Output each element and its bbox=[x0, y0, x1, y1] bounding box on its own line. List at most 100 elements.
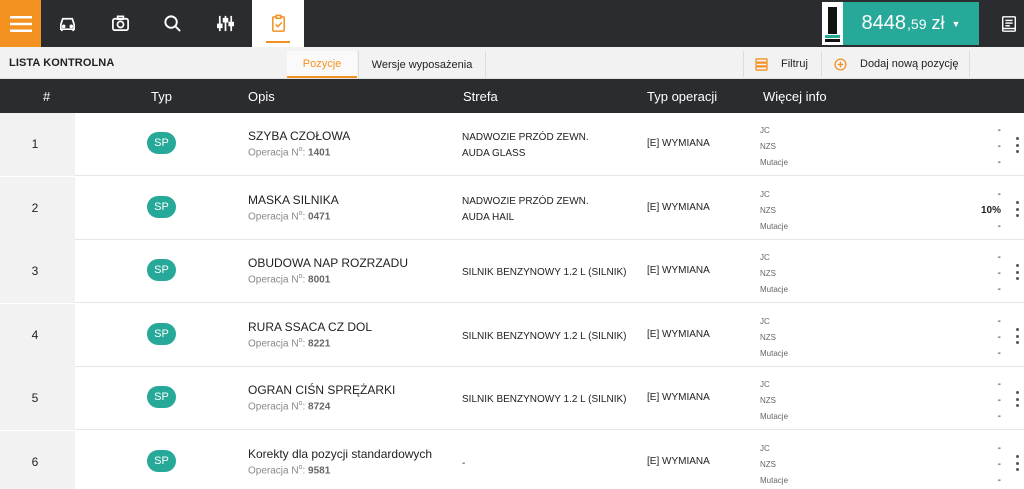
type-badge: SP bbox=[147, 450, 176, 472]
position-description: SZYBA CZOŁOWA bbox=[248, 129, 351, 143]
more-info-label: NZS bbox=[760, 206, 776, 215]
row-number: 4 bbox=[31, 328, 39, 342]
more-info-values: - - - bbox=[998, 441, 1001, 489]
more-info-label: JC bbox=[760, 380, 770, 389]
more-info-value: - bbox=[997, 141, 1001, 152]
zone: SILNIK BENZYNOWY 1.2 L (SILNIK) bbox=[462, 392, 627, 408]
table-header: # Typ Opis Strefa Typ operacji Więcej in… bbox=[0, 79, 1024, 113]
more-info-label: NZS bbox=[760, 460, 776, 469]
header-strefa: Strefa bbox=[463, 89, 498, 104]
more-info-label: NZS bbox=[760, 333, 776, 342]
more-info-label: Mutacje bbox=[760, 476, 789, 485]
operation-code: 9581 bbox=[308, 465, 331, 477]
operation-prefix: Operacja N bbox=[248, 274, 299, 286]
more-info-label: NZS bbox=[760, 396, 776, 405]
more-info-label: JC bbox=[760, 444, 770, 453]
zone: - bbox=[462, 456, 465, 472]
top-toolbar: 8448,59 zł ▼ bbox=[0, 0, 1024, 47]
more-info-labels: JC NZS Mutacje bbox=[760, 250, 788, 298]
more-info-label: Mutacje bbox=[760, 285, 789, 294]
table-row[interactable]: 4 SP RURA SSACA CZ DOL Operacja No: 8221… bbox=[0, 304, 1024, 367]
price-currency: zł bbox=[931, 13, 945, 33]
operation-number: Operacja No: 0471 bbox=[248, 210, 331, 223]
kebab-icon[interactable] bbox=[1014, 391, 1020, 407]
camera-button[interactable] bbox=[94, 0, 146, 47]
header-typ: Typ bbox=[151, 89, 172, 104]
checklist-button[interactable] bbox=[252, 0, 304, 47]
add-position-button[interactable]: Dodaj nową pozycję bbox=[821, 51, 970, 77]
more-info-value: - bbox=[997, 348, 1001, 359]
filter-label: Filtruj bbox=[781, 58, 808, 70]
tab-wersje-wyposazenia[interactable]: Wersje wyposażenia bbox=[358, 51, 486, 78]
operation-code: 1401 bbox=[308, 147, 331, 159]
search-button[interactable] bbox=[146, 0, 198, 47]
table-row[interactable]: 1 SP SZYBA CZOŁOWA Operacja No: 1401 NAD… bbox=[0, 113, 1024, 176]
filter-icon bbox=[755, 57, 768, 71]
more-info-values: - - - bbox=[998, 250, 1001, 298]
brand-logo bbox=[822, 2, 843, 45]
zone: NADWOZIE PRZÓD ZEWN. AUDA GLASS bbox=[462, 130, 589, 162]
type-badge: SP bbox=[147, 386, 176, 408]
more-info-labels: JC NZS Mutacje bbox=[760, 377, 788, 425]
page-title: LISTA KONTROLNA bbox=[9, 57, 115, 69]
kebab-icon[interactable] bbox=[1014, 264, 1020, 280]
type-badge: SP bbox=[147, 259, 176, 281]
table-row[interactable]: 5 SP OGRAN CIŚN SPRĘŻARKI Operacja No: 8… bbox=[0, 367, 1024, 430]
more-info-label: JC bbox=[760, 190, 770, 199]
type-badge: SP bbox=[147, 196, 176, 218]
operation-type: [E] WYMIANA bbox=[647, 265, 710, 276]
receipt-icon bbox=[1001, 15, 1017, 32]
more-info-label: JC bbox=[760, 126, 770, 135]
header-typ-operacji: Typ operacji bbox=[647, 89, 718, 104]
operation-type: [E] WYMIANA bbox=[647, 202, 710, 213]
more-info-label: JC bbox=[760, 317, 770, 326]
header-opis: Opis bbox=[248, 89, 275, 104]
kebab-icon[interactable] bbox=[1014, 201, 1020, 217]
position-description: Korekty dla pozycji standardowych bbox=[248, 447, 433, 461]
zone-line: NADWOZIE PRZÓD ZEWN. bbox=[462, 196, 589, 207]
operation-code: 8221 bbox=[308, 338, 331, 350]
row-number: 3 bbox=[31, 264, 39, 278]
row-number: 5 bbox=[31, 391, 39, 405]
zone: SILNIK BENZYNOWY 1.2 L (SILNIK) bbox=[462, 329, 627, 345]
kebab-icon[interactable] bbox=[1014, 137, 1020, 153]
type-badge: SP bbox=[147, 323, 176, 345]
more-info-value: - bbox=[997, 125, 1001, 136]
zone-line: SILNIK BENZYNOWY 1.2 L (SILNIK) bbox=[462, 331, 627, 342]
operation-prefix: Operacja N bbox=[248, 465, 299, 477]
menu-button[interactable] bbox=[0, 0, 41, 47]
more-info-value: - bbox=[997, 443, 1001, 454]
table-row[interactable]: 6 SP Korekty dla pozycji standardowych O… bbox=[0, 431, 1024, 489]
total-price-dropdown[interactable]: 8448,59 zł ▼ bbox=[843, 2, 979, 45]
price-main: 8448 bbox=[861, 12, 907, 34]
sliders-icon bbox=[216, 15, 234, 32]
more-info-value: - bbox=[997, 395, 1001, 406]
operation-prefix: Operacja N bbox=[248, 338, 299, 350]
more-info-value: - bbox=[997, 268, 1001, 279]
add-circle-icon bbox=[834, 57, 847, 71]
row-number: 1 bbox=[31, 137, 39, 151]
zone-line: AUDA GLASS bbox=[462, 148, 526, 159]
settings-sliders-button[interactable] bbox=[199, 0, 251, 47]
more-info-values: - 10% - bbox=[981, 187, 1001, 235]
filter-button[interactable]: Filtruj bbox=[743, 51, 821, 77]
table-row[interactable]: 2 SP MASKA SILNIKA Operacja No: 0471 NAD… bbox=[0, 177, 1024, 240]
zone-line: AUDA HAIL bbox=[462, 212, 515, 223]
operation-prefix: Operacja N bbox=[248, 147, 299, 159]
zone-line: - bbox=[462, 458, 466, 469]
row-number: 6 bbox=[31, 455, 39, 469]
kebab-icon[interactable] bbox=[1014, 455, 1020, 471]
receipt-button[interactable] bbox=[994, 0, 1024, 47]
more-info-value: 10% bbox=[980, 205, 1001, 216]
vehicle-button[interactable] bbox=[41, 0, 93, 47]
table-row[interactable]: 3 SP OBUDOWA NAP ROZRZADU Operacja No: 8… bbox=[0, 240, 1024, 303]
row-number: 2 bbox=[31, 201, 39, 215]
zone-line: SILNIK BENZYNOWY 1.2 L (SILNIK) bbox=[462, 267, 627, 278]
operation-code: 0471 bbox=[308, 211, 331, 223]
tab-pozycje[interactable]: Pozycje bbox=[287, 51, 357, 78]
section-bar: LISTA KONTROLNA Pozycje Wersje wyposażen… bbox=[0, 47, 1024, 79]
more-info-value: - bbox=[997, 411, 1001, 422]
more-info-labels: JC NZS Mutacje bbox=[760, 314, 788, 362]
kebab-icon[interactable] bbox=[1014, 328, 1020, 344]
operation-prefix: Operacja N bbox=[248, 211, 299, 223]
